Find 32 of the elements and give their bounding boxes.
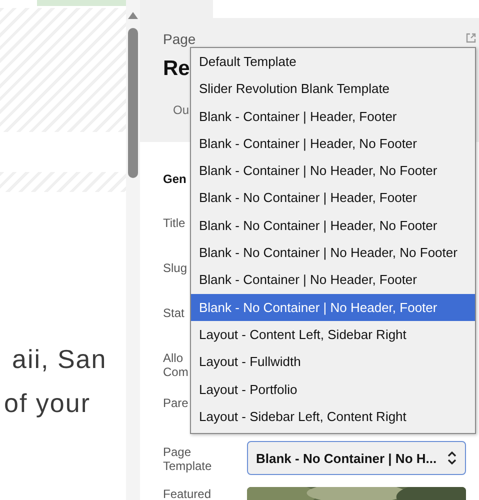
- menu-option[interactable]: Blank - No Container | No Header, Footer: [191, 294, 475, 321]
- menu-option[interactable]: Slider Revolution Blank Template: [191, 75, 475, 103]
- field-label: Slug: [163, 261, 188, 275]
- panel-tab[interactable]: Ou: [173, 103, 190, 117]
- menu-option[interactable]: Layout - Portfolio: [191, 376, 475, 403]
- field-label: Pare: [163, 396, 188, 410]
- section-heading: Gen: [163, 172, 186, 186]
- external-link-icon[interactable]: [466, 33, 476, 43]
- field-label: Stat: [163, 306, 184, 320]
- chevron-icon: [447, 451, 457, 465]
- menu-option[interactable]: Blank - No Container | Header, No Footer: [191, 212, 475, 240]
- body-text: aii, San: [12, 343, 107, 376]
- field-label: Featured: [163, 486, 212, 500]
- template-select[interactable]: Blank - No Container | No H...: [247, 441, 466, 475]
- panel-kicker: Page: [163, 31, 196, 47]
- menu-option[interactable]: Blank - No Container | Header, Footer: [191, 184, 475, 212]
- menu-option[interactable]: Layout - Fullwidth: [191, 348, 475, 376]
- scrollbar-thumb[interactable]: [128, 28, 138, 178]
- menu-option[interactable]: Blank - Container | Header, Footer: [191, 102, 475, 130]
- menu-option[interactable]: Blank - Container | No Header, Footer: [191, 266, 475, 294]
- menu-option[interactable]: Default Template: [191, 48, 475, 76]
- page-title: Re: [163, 57, 190, 81]
- field-label: Allo Com: [163, 351, 188, 379]
- menu-option[interactable]: Layout - Content Left, Sidebar Right: [191, 320, 475, 348]
- menu-option[interactable]: Blank - No Container | No Header, No Footer: [191, 239, 475, 266]
- menu-option[interactable]: Blank - Container | No Header, No Footer: [191, 157, 475, 184]
- body-text: of your: [4, 387, 90, 420]
- menu-option[interactable]: Blank - Container | Header, No Footer: [191, 130, 475, 158]
- field-label: Title: [163, 216, 186, 230]
- menu-option[interactable]: Layout - Sidebar Left, Content Right: [191, 402, 475, 430]
- scroll-up-icon[interactable]: [128, 12, 138, 19]
- field-label: Page Template: [163, 444, 213, 475]
